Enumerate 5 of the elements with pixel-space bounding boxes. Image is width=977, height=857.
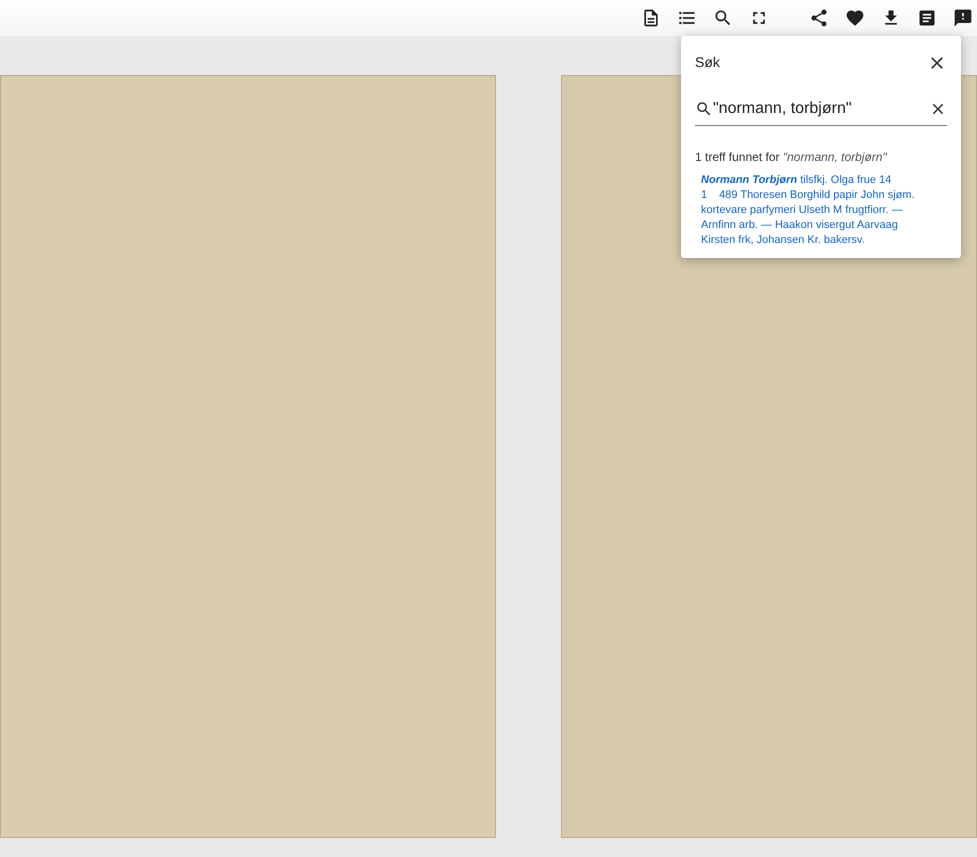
panel-title: Søk — [695, 53, 720, 72]
result-summary: 1 treff funnet for "normann, torbjørn" — [695, 149, 888, 166]
search-icon — [695, 100, 713, 118]
search-result-link[interactable]: Normann Torbjørn tilsfkj. Olga frue 14 1 489 Thoresen Borghild papir John sjøm. kortevare parfymeri Ulseth M frugtfiorr. — Arnfinn arb. — Haakon visergut Aarvaag Kirsten frk, Johansen Kr. bakersv. — [701, 173, 929, 248]
search-field[interactable]: "normann, torbjørn" — [713, 97, 929, 121]
